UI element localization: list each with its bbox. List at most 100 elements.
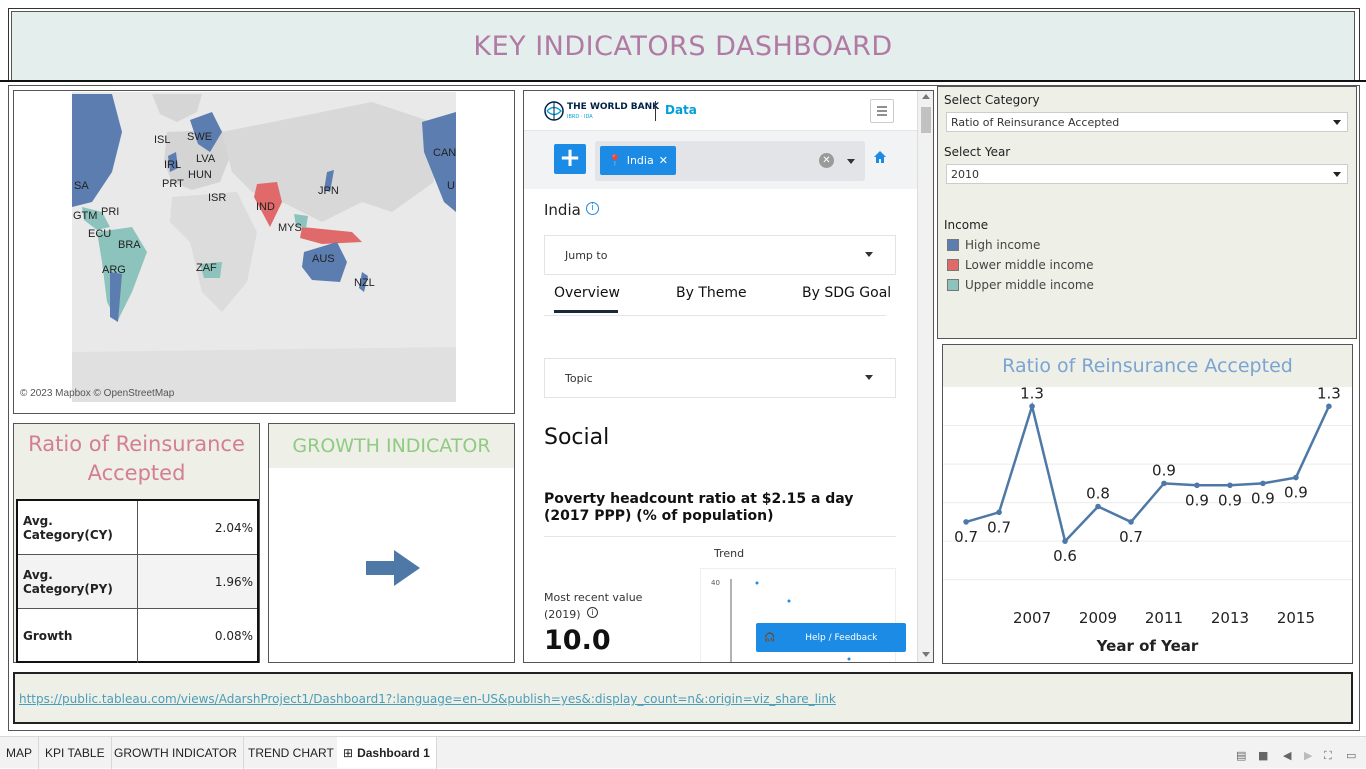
kpi-table: Avg. Category(CY) 2.04% Avg. Category(PY…	[16, 499, 259, 663]
present-icon[interactable]: ▭	[1346, 749, 1356, 762]
world-map[interactable]: ISL SWE IRL LVA HUN PRT ISR IND JPN CAN …	[72, 92, 456, 402]
map-label: CAN	[433, 147, 456, 159]
topic-dropdown[interactable]: Topic	[544, 358, 896, 398]
data-label: 0.7	[987, 518, 1011, 536]
category-select[interactable]: Ratio of Reinsurance Accepted	[946, 112, 1348, 132]
tab-dashboard-1-label: Dashboard 1	[357, 746, 430, 760]
legend-item[interactable]: Lower middle income	[947, 258, 1094, 272]
data-label: 0.6	[1053, 547, 1077, 565]
pin-icon: 📍	[608, 154, 622, 167]
info-icon[interactable]: i	[587, 607, 598, 618]
data-point[interactable]	[1062, 538, 1068, 544]
scroll-up-icon[interactable]	[922, 94, 930, 99]
map-label: U	[447, 180, 455, 192]
kpi-row[interactable]: Avg. Category(CY) 2.04%	[18, 501, 257, 555]
legend-label: High income	[965, 238, 1041, 252]
kpi-row[interactable]: Growth 0.08%	[18, 609, 257, 663]
wb-data-link[interactable]: Data	[665, 103, 697, 117]
data-point[interactable]	[1095, 503, 1101, 510]
tab-map[interactable]: MAP	[0, 737, 40, 769]
wb-body: India i Jump to Overview By Theme By SDG…	[524, 189, 917, 662]
trend-chart[interactable]: 0.7 0.7 1.3 0.6 0.8 0.7 0.9 0.9 0.9 0.9 0.9 1.3 2007…	[943, 387, 1352, 663]
map-label: ISL	[154, 134, 171, 146]
wb-search-bar: + 📍 India ✕ ✕	[524, 131, 917, 189]
map-label: AUS	[312, 253, 335, 265]
recent-value-label: Most recent value	[544, 591, 643, 604]
share-link-panel: https://public.tableau.com/views/AdarshP…	[13, 672, 1353, 724]
data-point[interactable]	[1161, 480, 1167, 487]
data-point[interactable]	[1293, 474, 1299, 481]
map-label: SWE	[187, 131, 213, 143]
headset-icon: 🎧	[764, 632, 776, 643]
data-label: 0.9	[1218, 491, 1242, 509]
tab-overview[interactable]: Overview	[554, 285, 620, 301]
map-credit[interactable]: © 2023 Mapbox © OpenStreetMap	[20, 388, 174, 399]
webpage-scrollbar[interactable]	[917, 91, 933, 662]
data-label: 1.3	[1317, 387, 1341, 402]
map-label: SA	[74, 180, 89, 192]
year-value: 2010	[951, 167, 979, 181]
data-point[interactable]	[1029, 403, 1035, 410]
data-label: 1.3	[1020, 387, 1044, 402]
data-point[interactable]	[963, 519, 969, 525]
tab-growth-indicator[interactable]: GROWTH INDICATOR	[108, 737, 244, 769]
map-label: ARG	[102, 264, 126, 276]
jump-to-dropdown[interactable]: Jump to	[544, 235, 896, 275]
kpi-value: 1.96%	[214, 574, 253, 589]
scroll-down-icon[interactable]	[922, 652, 930, 657]
kpi-row[interactable]: Avg. Category(PY) 1.96%	[18, 555, 257, 609]
next-sheet-icon[interactable]: ▶	[1304, 749, 1312, 762]
tab-by-sdg-goal[interactable]: By SDG Goal	[802, 285, 891, 301]
map-label: NZL	[354, 277, 375, 289]
dashboard-grid-icon: ⊞	[343, 746, 354, 760]
search-dropdown-icon[interactable]	[847, 159, 855, 164]
data-point[interactable]	[1128, 519, 1134, 525]
x-tick-label: 2011	[1145, 609, 1183, 627]
info-icon[interactable]: i	[586, 202, 599, 215]
spark-tick: 40	[711, 579, 720, 587]
recent-value: 10.0	[544, 625, 611, 656]
map-label: ZAF	[196, 262, 217, 274]
tab-kpi-table[interactable]: KPI TABLE	[39, 737, 112, 769]
map-label: IRL	[164, 159, 182, 171]
data-point[interactable]	[1260, 480, 1266, 487]
country-heading: India	[544, 201, 581, 219]
home-icon[interactable]	[873, 150, 887, 164]
map-panel[interactable]: ISL SWE IRL LVA HUN PRT ISR IND JPN CAN …	[13, 90, 515, 414]
tabs-view-icon[interactable]: ■	[1258, 749, 1268, 762]
wb-brand[interactable]: THE WORLD BANK	[567, 102, 659, 112]
trend-label: Trend	[714, 547, 745, 560]
fullscreen-icon[interactable]: ⛶	[1324, 749, 1332, 763]
tab-trend-chart[interactable]: TREND CHART	[242, 737, 341, 769]
data-point[interactable]	[1227, 482, 1233, 489]
country-idn[interactable]	[300, 227, 362, 244]
menu-button[interactable]	[870, 99, 894, 123]
right-arrow-icon[interactable]	[366, 548, 422, 590]
indicator-title[interactable]: Poverty headcount ratio at $2.15 a day (…	[544, 491, 874, 525]
kpi-label: Growth	[18, 609, 138, 663]
tab-by-theme[interactable]: By Theme	[676, 285, 747, 301]
embedded-webpage[interactable]: THE WORLD BANK IBRD · IDA Data + 📍 India…	[523, 90, 934, 663]
legend-item[interactable]: High income	[947, 238, 1040, 252]
scroll-thumb[interactable]	[921, 107, 931, 133]
add-button[interactable]: +	[554, 144, 586, 174]
map-label: PRI	[101, 206, 120, 218]
share-link[interactable]: https://public.tableau.com/views/AdarshP…	[19, 692, 836, 706]
data-point[interactable]	[996, 509, 1002, 516]
country-search-box[interactable]: 📍 India ✕ ✕	[595, 141, 865, 181]
data-point[interactable]	[1326, 403, 1332, 410]
data-point[interactable]	[1194, 482, 1200, 489]
year-select[interactable]: 2010	[946, 164, 1348, 184]
clear-search-icon[interactable]: ✕	[819, 153, 834, 168]
legend-swatch	[947, 259, 959, 271]
prev-sheet-icon[interactable]: ◀	[1283, 749, 1291, 762]
filter-panel: Select Category Ratio of Reinsurance Acc…	[937, 86, 1357, 339]
tab-dashboard-1[interactable]: ⊞ Dashboard 1	[337, 737, 437, 769]
country-chip[interactable]: 📍 India ✕	[600, 146, 676, 175]
data-label: 0.9	[1284, 484, 1308, 502]
help-feedback-button[interactable]: 🎧 Help / Feedback	[756, 623, 906, 652]
legend-item[interactable]: Upper middle income	[947, 278, 1094, 292]
chip-close-icon[interactable]: ✕	[659, 154, 668, 167]
recent-year: (2019)	[544, 608, 581, 621]
filmstrip-icon[interactable]: ▤	[1236, 749, 1246, 762]
